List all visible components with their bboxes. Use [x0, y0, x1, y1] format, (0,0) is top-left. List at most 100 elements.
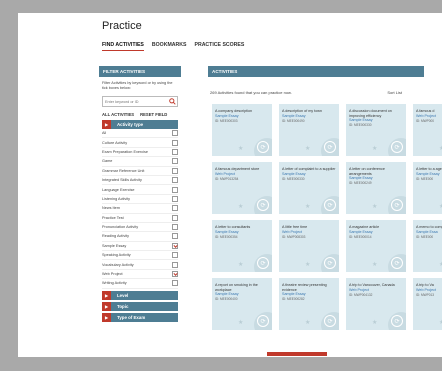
activity-category: Sample Essay: [349, 229, 373, 234]
section-topic[interactable]: ▶ Topic: [102, 301, 178, 311]
filter-panel: FILTER ACTIVITIES Filter Activities by ke…: [99, 66, 181, 344]
filter-item-label: Culture Activity: [102, 140, 128, 145]
activity-category: Sample Essay: [215, 113, 239, 118]
results-bar: 269 Activities found that you can practi…: [210, 90, 424, 95]
section-topic-label: Topic: [117, 303, 129, 309]
activity-card[interactable]: A magazine article Sample Essay ID: MEE000…: [346, 220, 406, 272]
scroll-indicator[interactable]: [267, 352, 327, 356]
activity-id: ID: MEE000354: [215, 234, 238, 239]
bookmark-star-icon[interactable]: ★: [305, 261, 310, 268]
activity-card[interactable]: A memo to company dSample EssaID: MEE000…: [413, 220, 442, 272]
activity-category: Web Project: [416, 287, 437, 292]
filter-item: Web Project: [102, 270, 178, 280]
filter-checkbox[interactable]: [172, 186, 178, 193]
bookmark-star-icon[interactable]: ★: [372, 261, 377, 268]
bookmark-star-icon[interactable]: ★: [372, 319, 377, 326]
activity-category: Sample Essay: [416, 171, 440, 176]
activity-title: A report on smoking in the workplace: [215, 283, 258, 292]
activities-header: ACTIVITIES: [208, 66, 424, 77]
bookmark-star-icon[interactable]: ★: [305, 203, 310, 210]
activity-title: A discussion document on improving effic…: [349, 109, 392, 118]
filter-checkbox[interactable]: [172, 214, 178, 221]
filter-checkbox[interactable]: [172, 158, 178, 165]
activity-card[interactable]: A description of my town Sample Essay ID: …: [279, 104, 339, 156]
activity-title: A letter on conference arrangements: [349, 167, 385, 176]
type-badge-icon: ⟳: [324, 257, 336, 269]
activity-card[interactable]: A discussion document on improving effic…: [346, 104, 406, 156]
activity-card[interactable]: A trip to VaWeb ProjectID: MWP013★⟳: [413, 278, 442, 330]
filter-checkbox[interactable]: [172, 280, 178, 287]
filter-checkbox[interactable]: [172, 167, 178, 174]
bookmark-star-icon[interactable]: ★: [305, 145, 310, 152]
activity-title: A letter to a agency: [416, 167, 442, 171]
filter-item-label: Sample Essay: [102, 243, 127, 248]
type-badge-icon: ⟳: [257, 315, 269, 327]
tab-practice-scores[interactable]: PRACTICE SCORES: [194, 42, 244, 48]
filter-checkbox[interactable]: [172, 177, 178, 184]
activity-card[interactable]: A letter to a agencySample EssayID: MEE0…: [413, 162, 442, 214]
filter-checkbox[interactable]: [172, 252, 178, 259]
tab-bookmarks[interactable]: BOOKMARKS: [152, 42, 187, 48]
section-activity-type[interactable]: ▶ Activity type: [102, 120, 178, 129]
filter-item: Game: [102, 157, 178, 167]
tab-find-activities[interactable]: FIND ACTIVITIES: [102, 42, 144, 51]
filter-checkbox[interactable]: [172, 130, 178, 137]
bookmark-star-icon[interactable]: ★: [372, 203, 377, 210]
bookmark-star-icon[interactable]: ★: [238, 319, 243, 326]
filter-checkbox[interactable]: [172, 271, 178, 278]
activity-card[interactable]: A famous dWeb ProjectID: MWP000★⟳: [413, 104, 442, 156]
reset-field-link[interactable]: RESET FIELD: [140, 112, 167, 117]
activity-title: A memo to company d: [416, 225, 442, 229]
activity-category: Web Project: [349, 287, 370, 292]
activity-card[interactable]: A letter to consultants Sample Essay ID: M…: [212, 220, 272, 272]
filter-checkbox[interactable]: [172, 205, 178, 212]
activity-card[interactable]: A letter on conference arrangements Sampl…: [346, 162, 406, 214]
activity-id: ID: MWP000: [416, 118, 435, 123]
activity-title: A letter of complaint to a supplier: [282, 167, 336, 171]
filter-checkbox[interactable]: [172, 242, 178, 249]
activity-card[interactable]: A company description Sample Essay ID: MEE…: [212, 104, 272, 156]
activity-id: ID: MEE000490: [282, 118, 305, 123]
activity-card[interactable]: A report on smoking in the workplace Samp…: [212, 278, 272, 330]
bookmark-star-icon[interactable]: ★: [238, 261, 243, 268]
bookmark-star-icon[interactable]: ★: [238, 145, 243, 152]
section-type-of-exam[interactable]: ▶ Type of Exam: [102, 312, 178, 322]
filter-item-label: Grammar Reference Unit: [102, 168, 145, 173]
activity-id: ID: MEE000: [416, 176, 434, 181]
filter-item-label: Language Exercise: [102, 187, 135, 192]
filter-item-label: Web Project: [102, 272, 123, 277]
filter-item: All: [102, 129, 178, 139]
filter-checkbox[interactable]: [172, 233, 178, 240]
activity-category: Sample Essay: [282, 292, 306, 297]
bookmark-star-icon[interactable]: ★: [238, 203, 243, 210]
activity-card[interactable]: A trip to Vancouver, Canada Web Project ID…: [346, 278, 406, 330]
filter-checkbox[interactable]: [172, 195, 178, 202]
activity-id: ID: MWP013254: [215, 176, 239, 181]
filter-checkbox[interactable]: [172, 148, 178, 155]
section-activity-type-label: Activity type: [117, 122, 144, 127]
activity-card[interactable]: A famous department store Web Project ID: …: [212, 162, 272, 214]
search-button[interactable]: [168, 97, 177, 106]
activity-card[interactable]: A theatre review presenting evidence Samp…: [279, 278, 339, 330]
tab-bar: FIND ACTIVITIES BOOKMARKS PRACTICE SCORES: [102, 42, 252, 51]
bookmark-star-icon[interactable]: ★: [372, 145, 377, 152]
sort-list-button[interactable]: Sort List: [387, 90, 402, 95]
activity-id: ID: MEE000303: [215, 118, 238, 123]
filter-checkbox[interactable]: [172, 261, 178, 268]
filter-checkbox[interactable]: [172, 224, 178, 231]
activity-category: Sample Essay: [349, 176, 373, 181]
type-badge-icon: ⟳: [391, 141, 403, 153]
activity-card[interactable]: A letter of complaint to a supplier Sampl…: [279, 162, 339, 214]
activity-id: ID: MEE000330: [282, 176, 305, 181]
page-title: Practice: [102, 20, 142, 32]
all-activities-link[interactable]: ALL ACTIVITIES: [102, 112, 134, 117]
activity-card[interactable]: A little free time Web Project ID: MWP0083…: [279, 220, 339, 272]
filter-checkbox[interactable]: [172, 139, 178, 146]
activity-category: Sample Essay: [349, 118, 373, 123]
section-level[interactable]: ▶ Level: [102, 290, 178, 300]
type-badge-icon: ⟳: [391, 257, 403, 269]
keyword-input[interactable]: [103, 97, 168, 106]
filter-item-label: All: [102, 131, 107, 136]
filter-item-label: Listening Activity: [102, 196, 131, 201]
bookmark-star-icon[interactable]: ★: [305, 319, 310, 326]
